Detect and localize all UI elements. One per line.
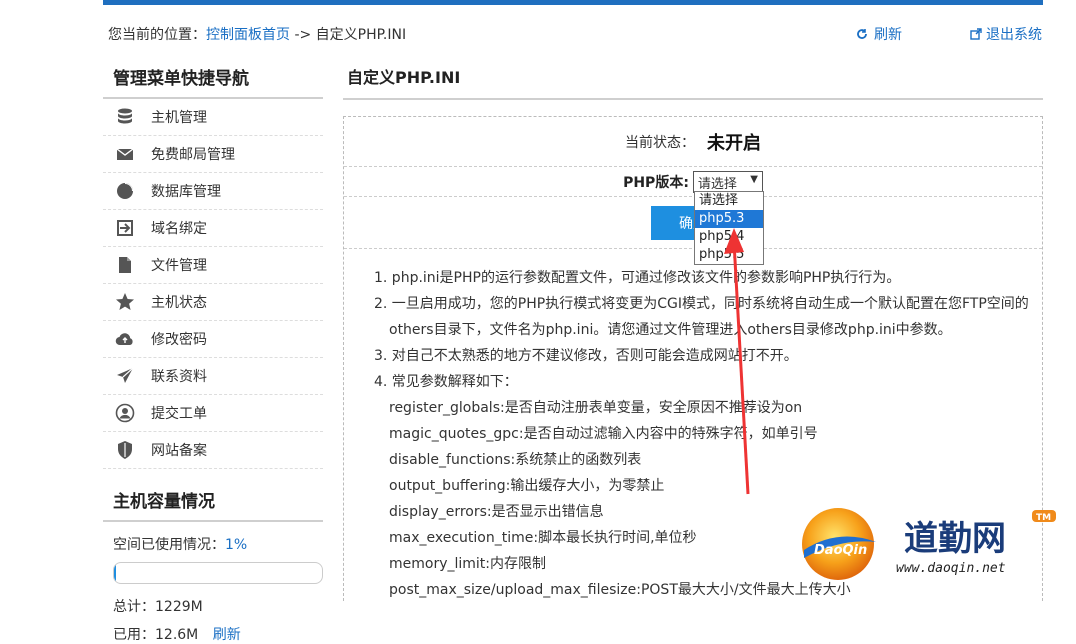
sidebar-item-contact[interactable]: 联系资料 xyxy=(103,358,323,395)
php-version-select-value: 请选择 xyxy=(697,176,737,192)
logout-button[interactable]: 退出系统 xyxy=(970,24,1042,44)
shield-icon xyxy=(118,441,132,459)
note-line: register_globals:是否自动注册表单变量，安全原因不推荐设为on xyxy=(389,400,803,416)
logout-label: 退出系统 xyxy=(986,27,1042,43)
capacity-used-size: 已用：12.6M 刷新 xyxy=(103,616,323,644)
breadcrumb-prefix: 您当前的位置： xyxy=(108,27,206,43)
breadcrumb: 您当前的位置：控制面板首页 -> 自定义PHP.INI xyxy=(108,24,406,44)
sidebar: 管理菜单快捷导航 主机管理 免费邮局管理 数据库管理 域名绑定 文件管理 主机状… xyxy=(103,54,323,644)
note-line: 2. 一旦启用成功，您的PHP执行模式将变更为CGI模式，同时系统将自动生成一个… xyxy=(374,296,1029,312)
note-line: disable_functions:系统禁止的函数列表 xyxy=(389,452,642,468)
note-line: 1. php.ini是PHP的运行参数配置文件，可通过修改该文件的参数影响PHP… xyxy=(374,270,901,286)
sidebar-item-label: 免费邮局管理 xyxy=(151,147,235,163)
capacity-used-percent: 1% xyxy=(225,537,248,553)
note-line: magic_quotes_gpc:是否自动过滤输入内容中的特殊字符，如单引号 xyxy=(389,426,818,442)
sidebar-item-ticket[interactable]: 提交工单 xyxy=(103,395,323,432)
sidebar-item-label: 主机状态 xyxy=(151,295,207,311)
php-version-select[interactable]: 请选择 ▼ xyxy=(692,170,763,193)
watermark-tm: TM xyxy=(1036,513,1051,523)
sidebar-item-record[interactable]: 网站备案 xyxy=(103,432,323,469)
sidebar-item-label: 数据库管理 xyxy=(151,184,221,200)
sidebar-item-label: 网站备案 xyxy=(151,443,207,459)
capacity-total: 总计：1229M xyxy=(113,599,203,615)
confirm-row: 确定 xyxy=(344,197,1042,249)
watermark-logo: DaoQin 道勤网 TM www.daoqin.net xyxy=(802,508,1056,580)
sidebar-item-label: 主机管理 xyxy=(151,110,207,126)
capacity-progress-fill xyxy=(114,563,117,583)
note-line: others目录下，文件名为php.ini。请您通过文件管理进入others目录… xyxy=(389,322,952,338)
php-version-row: PHP版本: 请选择 ▼ xyxy=(344,167,1042,197)
note-line: 3. 对自己不太熟悉的地方不建议修改，否则可能会造成网站打不开。 xyxy=(374,348,798,364)
sidebar-item-domain[interactable]: 域名绑定 xyxy=(103,210,323,247)
refresh-icon xyxy=(857,29,867,39)
sidebar-item-label: 修改密码 xyxy=(151,332,207,348)
cloud-icon xyxy=(115,333,133,346)
capacity-used-label: 空间已使用情况： xyxy=(113,537,225,553)
annotation-arrow xyxy=(724,228,750,495)
sidebar-item-label: 联系资料 xyxy=(151,369,207,385)
capacity-title: 主机容量情况 xyxy=(103,473,323,522)
file-icon xyxy=(119,257,131,273)
capacity-refresh-link[interactable]: 刷新 xyxy=(213,627,241,643)
status-row: 当前状态： 未开启 xyxy=(344,117,1042,167)
php-version-label: PHP版本: xyxy=(623,174,689,191)
sidebar-title: 管理菜单快捷导航 xyxy=(103,54,323,99)
sidebar-item-status[interactable]: 主机状态 xyxy=(103,284,323,321)
breadcrumb-home-link[interactable]: 控制面板首页 xyxy=(206,27,290,43)
database-icon xyxy=(118,108,132,124)
note-line: output_buffering:输出缓存大小，为零禁止 xyxy=(389,478,665,494)
dropdown-option[interactable]: 请选择 xyxy=(695,192,763,210)
breadcrumb-current: -> 自定义PHP.INI xyxy=(290,27,407,43)
status-value: 未开启 xyxy=(707,132,761,154)
sidebar-item-label: 提交工单 xyxy=(151,406,207,422)
watermark-url: www.daoqin.net xyxy=(896,561,1006,576)
sidebar-item-label: 文件管理 xyxy=(151,258,207,274)
chevron-down-icon: ▼ xyxy=(750,173,758,185)
sidebar-item-host[interactable]: 主机管理 xyxy=(103,99,323,136)
capacity-used: 空间已使用情况：1% xyxy=(103,522,323,554)
watermark-brand: 道勤网 xyxy=(904,519,1006,559)
main-header: 自定义PHP.INI xyxy=(343,54,1043,100)
capacity-used-size-text: 已用：12.6M xyxy=(113,627,199,643)
user-icon xyxy=(115,403,135,423)
page-title: 自定义PHP.INI xyxy=(343,54,1043,100)
sidebar-item-files[interactable]: 文件管理 xyxy=(103,247,323,284)
pie-icon xyxy=(117,183,133,199)
top-accent-bar xyxy=(103,0,1043,5)
star-icon xyxy=(116,293,134,310)
send-icon xyxy=(117,367,134,383)
sidebar-item-password[interactable]: 修改密码 xyxy=(103,321,323,358)
sidebar-item-label: 域名绑定 xyxy=(151,221,207,237)
status-label: 当前状态： xyxy=(625,134,695,151)
mail-icon xyxy=(116,148,134,160)
capacity-progress-bar xyxy=(113,562,323,584)
sidebar-item-database[interactable]: 数据库管理 xyxy=(103,173,323,210)
refresh-label: 刷新 xyxy=(874,27,902,43)
watermark-logo-text: DaoQin xyxy=(814,543,867,558)
note-line: 4. 常见参数解释如下： xyxy=(374,374,518,390)
login-icon xyxy=(117,220,133,236)
external-link-icon xyxy=(970,28,982,40)
refresh-button[interactable]: 刷新 xyxy=(856,24,902,44)
sidebar-item-mail[interactable]: 免费邮局管理 xyxy=(103,136,323,173)
